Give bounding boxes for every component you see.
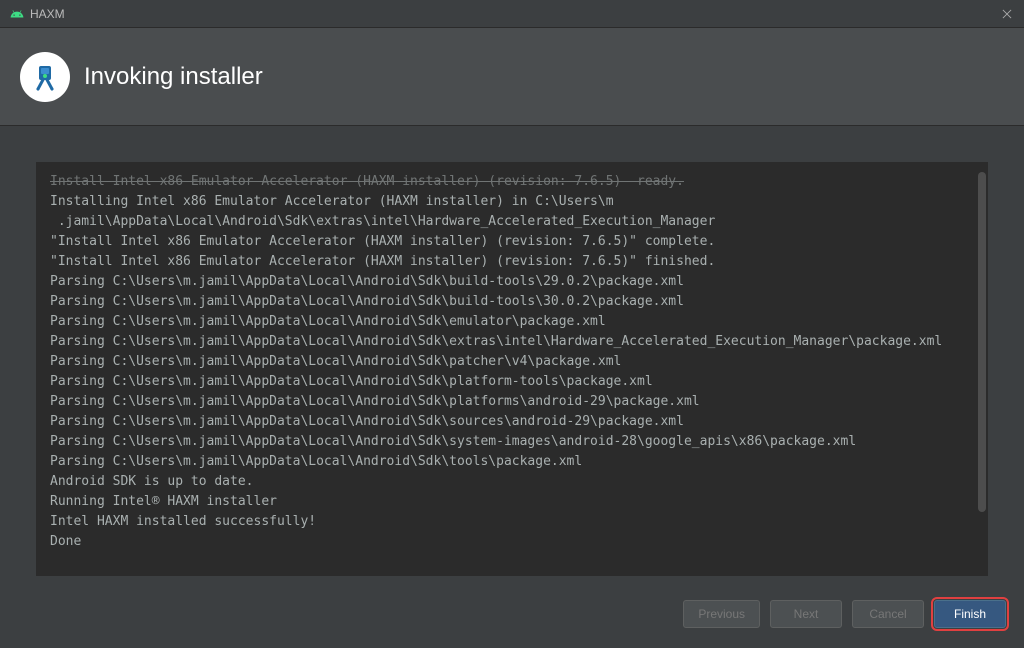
- window-title: HAXM: [30, 7, 65, 21]
- console-output[interactable]: Install Intel x86 Emulator Accelerator (…: [36, 162, 988, 576]
- content-area: Install Intel x86 Emulator Accelerator (…: [0, 126, 1024, 586]
- next-button[interactable]: Next: [770, 600, 842, 628]
- finish-button[interactable]: Finish: [934, 600, 1006, 628]
- console-cutoff-line: Install Intel x86 Emulator Accelerator (…: [50, 174, 684, 189]
- titlebar: HAXM: [0, 0, 1024, 28]
- console-lines: Installing Intel x86 Emulator Accelerato…: [50, 194, 942, 549]
- previous-button[interactable]: Previous: [683, 600, 760, 628]
- page-title: Invoking installer: [84, 63, 263, 91]
- android-studio-logo: [20, 52, 70, 102]
- scrollbar-thumb[interactable]: [978, 172, 986, 512]
- android-icon: [10, 7, 24, 21]
- header: Invoking installer: [0, 28, 1024, 126]
- close-icon[interactable]: [1000, 7, 1014, 21]
- cancel-button[interactable]: Cancel: [852, 600, 924, 628]
- console-text: Install Intel x86 Emulator Accelerator (…: [50, 172, 974, 552]
- footer-buttons: Previous Next Cancel Finish: [0, 586, 1024, 648]
